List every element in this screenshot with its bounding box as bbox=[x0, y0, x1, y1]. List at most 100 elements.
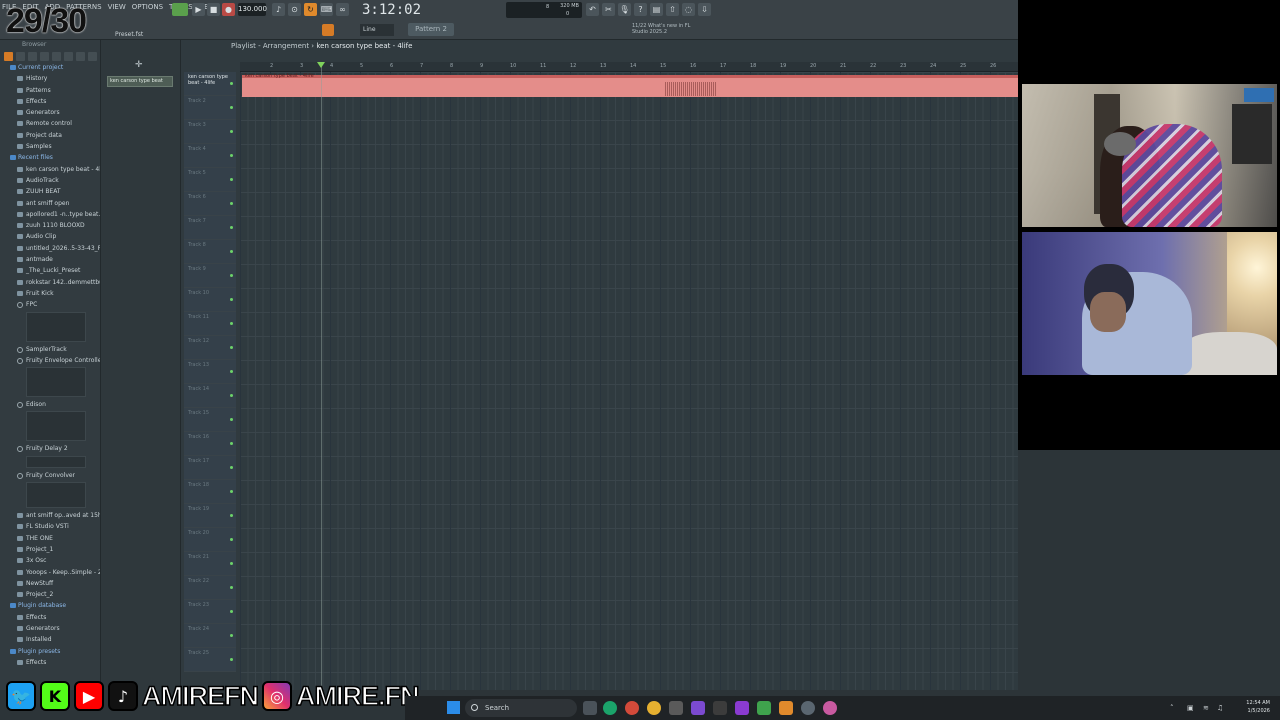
browser-item[interactable]: Effects bbox=[0, 96, 100, 107]
browser-item[interactable]: ken carson type beat - 4life bbox=[0, 164, 100, 175]
track-header[interactable]: Track 3 bbox=[184, 120, 236, 144]
menu-options[interactable]: OPTIONS bbox=[132, 3, 163, 11]
cut-icon[interactable]: ✂ bbox=[602, 3, 615, 16]
excel-icon[interactable] bbox=[757, 701, 771, 715]
chat-icon[interactable]: ◌ bbox=[682, 3, 695, 16]
track-header[interactable]: Track 11 bbox=[184, 312, 236, 336]
export-icon[interactable]: ⇧ bbox=[666, 3, 679, 16]
snap-select[interactable]: Line bbox=[360, 24, 394, 36]
browser-item[interactable]: apollored1 -n..type beat.bop bbox=[0, 209, 100, 220]
browser-item[interactable]: Samples bbox=[0, 141, 100, 152]
track-led-icon[interactable] bbox=[230, 130, 233, 133]
browser-item[interactable]: Audio Clip bbox=[0, 231, 100, 242]
play-button[interactable]: ▶ bbox=[192, 3, 205, 16]
wait-input-icon[interactable]: ⊙ bbox=[288, 3, 301, 16]
track-header[interactable]: Track 23 bbox=[184, 600, 236, 624]
mic-icon[interactable]: 🎙 bbox=[618, 3, 631, 16]
track-header[interactable]: Track 18 bbox=[184, 480, 236, 504]
track-led-icon[interactable] bbox=[230, 274, 233, 277]
browser-item[interactable]: AudioTrack bbox=[0, 175, 100, 186]
browser-plugin[interactable]: FPC bbox=[0, 299, 100, 310]
track-led-icon[interactable] bbox=[230, 178, 233, 181]
browser-app-icon[interactable] bbox=[625, 701, 639, 715]
browser-item[interactable]: 3x Osc bbox=[0, 555, 100, 566]
browser-folder[interactable]: Plugin database bbox=[0, 600, 100, 611]
tempo-display[interactable]: 130.000 bbox=[238, 3, 267, 16]
browser-item[interactable]: Remote control bbox=[0, 118, 100, 129]
menu-view[interactable]: VIEW bbox=[108, 3, 126, 11]
obs-icon[interactable] bbox=[823, 701, 837, 715]
plugin-thumbnail[interactable] bbox=[26, 411, 86, 442]
tray-app-icon[interactable]: ▣ bbox=[1187, 704, 1195, 712]
browser-item[interactable]: rokkstar 142..demmettburth bbox=[0, 277, 100, 288]
track-led-icon[interactable] bbox=[230, 490, 233, 493]
track-led-icon[interactable] bbox=[230, 106, 233, 109]
track-led-icon[interactable] bbox=[230, 202, 233, 205]
plugin-thumbnail[interactable] bbox=[26, 311, 86, 342]
taskbar-clock[interactable]: 12:54 AM 1/5/2026 bbox=[1246, 699, 1270, 715]
timeline-ruler[interactable]: 2 3 4 5 6 7 8 9 10 11 12 13 14 15 16 17 18 19 20 21 22 23 24 25… bbox=[240, 62, 1018, 72]
browser-tool-icon[interactable] bbox=[4, 51, 13, 61]
browser-folder[interactable]: Plugin presets bbox=[0, 646, 100, 657]
track-led-icon[interactable] bbox=[230, 442, 233, 445]
browser-item[interactable]: Generators bbox=[0, 107, 100, 118]
edge-icon[interactable] bbox=[603, 701, 617, 715]
plugin-thumbnail[interactable] bbox=[26, 455, 86, 468]
browser-item[interactable]: zuuh 1110 BLOOXD bbox=[0, 220, 100, 231]
browser-folder[interactable]: Recent files bbox=[0, 152, 100, 163]
track-header[interactable]: Track 14 bbox=[184, 384, 236, 408]
browser-item[interactable]: Installed bbox=[0, 634, 100, 645]
track-led-icon[interactable] bbox=[230, 370, 233, 373]
track-header[interactable]: Track 10 bbox=[184, 288, 236, 312]
track-led-icon[interactable] bbox=[230, 394, 233, 397]
track-header[interactable]: Track 4 bbox=[184, 144, 236, 168]
audio-clip[interactable] bbox=[242, 75, 1018, 97]
track-header[interactable]: Track 20 bbox=[184, 528, 236, 552]
browser-tool-icon[interactable] bbox=[88, 51, 97, 61]
track-header[interactable]: Track 5 bbox=[184, 168, 236, 192]
fl-studio-icon[interactable] bbox=[779, 701, 793, 715]
tray-chevron-icon[interactable]: ˄ bbox=[1170, 704, 1178, 712]
browser-item[interactable]: Project_1 bbox=[0, 544, 100, 555]
browser-item[interactable]: FL Studio VSTi bbox=[0, 521, 100, 532]
track-header[interactable]: Track 16 bbox=[184, 432, 236, 456]
track-led-icon[interactable] bbox=[230, 586, 233, 589]
browser-plugin[interactable]: Fruity Delay 2 bbox=[0, 443, 100, 454]
add-pattern-icon[interactable]: ✛ bbox=[135, 60, 145, 70]
browser-plugin[interactable]: Fruity Envelope Controller bbox=[0, 355, 100, 366]
browser-item[interactable]: Fruit Kick bbox=[0, 288, 100, 299]
playhead-marker-icon[interactable] bbox=[317, 62, 325, 68]
twitch-icon[interactable] bbox=[735, 701, 749, 715]
browser-item[interactable]: Generators bbox=[0, 623, 100, 634]
discord-icon[interactable] bbox=[691, 701, 705, 715]
track-led-icon[interactable] bbox=[230, 466, 233, 469]
browser-item[interactable]: ZUUH BEAT bbox=[0, 186, 100, 197]
track-led-icon[interactable] bbox=[230, 226, 233, 229]
browser-tool-icon[interactable] bbox=[76, 51, 85, 61]
help-icon[interactable]: ? bbox=[634, 3, 647, 16]
track-led-icon[interactable] bbox=[230, 634, 233, 637]
track-header[interactable]: Track 22 bbox=[184, 576, 236, 600]
browser-item[interactable]: Project data bbox=[0, 130, 100, 141]
browser-item[interactable]: Project_2 bbox=[0, 589, 100, 600]
browser-plugin[interactable]: Edison bbox=[0, 399, 100, 410]
browser-plugin[interactable]: SamplerTrack bbox=[0, 344, 100, 355]
browser-item[interactable]: antmade bbox=[0, 254, 100, 265]
browser-item[interactable]: History bbox=[0, 73, 100, 84]
browser-tool-icon[interactable] bbox=[28, 51, 37, 61]
windows-start-icon[interactable] bbox=[447, 701, 460, 714]
track-header[interactable]: Track 6 bbox=[184, 192, 236, 216]
app-icon[interactable] bbox=[713, 701, 727, 715]
browser-tool-icon[interactable] bbox=[64, 51, 73, 61]
download-icon[interactable]: ⇩ bbox=[698, 3, 711, 16]
step-edit-icon[interactable]: ⌨ bbox=[320, 3, 333, 16]
browser-item[interactable]: NewStuff bbox=[0, 578, 100, 589]
browser-item[interactable]: Patterns bbox=[0, 85, 100, 96]
browser-item[interactable]: ant smiff open bbox=[0, 198, 100, 209]
taskbar-search[interactable]: Search bbox=[465, 699, 577, 717]
chrome-icon[interactable] bbox=[647, 701, 661, 715]
pattern-select[interactable]: Pattern 2 bbox=[408, 23, 454, 36]
pattern-item[interactable]: ken carson type beat bbox=[107, 76, 173, 87]
track-header[interactable]: Track 25 bbox=[184, 648, 236, 672]
track-led-icon[interactable] bbox=[230, 322, 233, 325]
